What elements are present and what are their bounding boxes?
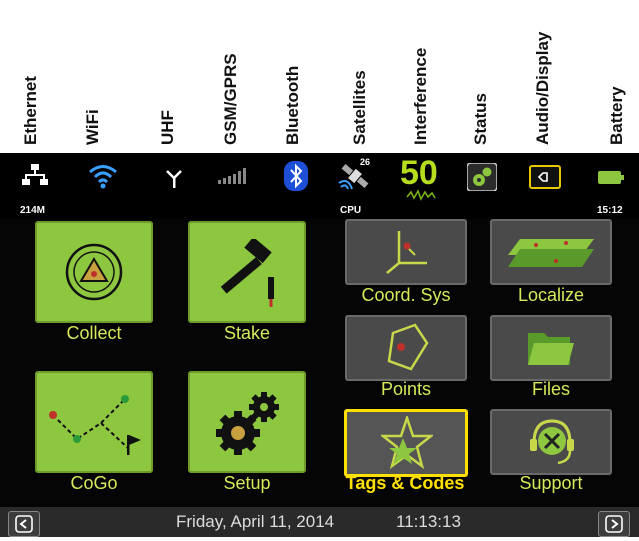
legend-uhf: UHF bbox=[158, 110, 177, 145]
device-screen: 214M 26 CPU 50 15:12 Collect Stake CoGo … bbox=[0, 153, 639, 537]
points-tile[interactable] bbox=[345, 315, 467, 381]
cogo-traverse-icon bbox=[49, 395, 141, 455]
collect-tile[interactable] bbox=[35, 221, 153, 323]
bottom-bar: Friday, April 11, 2014 11:13:13 bbox=[0, 507, 639, 537]
points-label: Points bbox=[380, 379, 432, 399]
next-page-button[interactable] bbox=[598, 511, 630, 537]
setup-tile[interactable] bbox=[188, 371, 306, 473]
support-label: Support bbox=[519, 473, 583, 493]
support-tile[interactable] bbox=[490, 409, 612, 475]
tags-codes-label: Tags & Codes bbox=[345, 473, 465, 493]
folder-icon bbox=[528, 333, 574, 365]
interference-meter-icon[interactable]: 50 bbox=[400, 155, 444, 203]
status-icon-legend: Ethernet WiFi UHF GSM/GPRS Bluetooth Sat… bbox=[0, 0, 639, 153]
cogo-label: CoGo bbox=[70, 473, 118, 493]
bluetooth-icon[interactable] bbox=[284, 161, 308, 196]
setup-label: Setup bbox=[223, 473, 271, 493]
stake-tile[interactable] bbox=[188, 221, 306, 323]
previous-page-button[interactable] bbox=[8, 511, 40, 537]
status-time: 15:12 bbox=[597, 205, 623, 216]
legend-satellites: Satellites bbox=[350, 70, 369, 145]
legend-interference: Interference bbox=[411, 47, 430, 145]
audio-display-icon[interactable] bbox=[529, 165, 561, 194]
chevron-right-icon bbox=[605, 515, 623, 533]
cogo-tile[interactable] bbox=[35, 371, 153, 473]
coord-sys-tile[interactable] bbox=[345, 219, 467, 285]
status-gears-icon[interactable] bbox=[466, 162, 498, 196]
interference-value: 50 bbox=[400, 154, 438, 192]
uhf-antenna-icon[interactable] bbox=[166, 169, 182, 194]
collect-label: Collect bbox=[66, 323, 122, 343]
satellite-count: 26 bbox=[360, 157, 371, 167]
localize-label: Localize bbox=[517, 285, 585, 305]
localize-map-icon bbox=[508, 239, 594, 267]
legend-ethernet: Ethernet bbox=[21, 76, 40, 145]
gsm-signal-icon[interactable] bbox=[218, 167, 248, 190]
legend-gsm-gprs: GSM/GPRS bbox=[221, 53, 240, 145]
legend-wifi: WiFi bbox=[83, 109, 102, 145]
legend-battery: Battery bbox=[607, 86, 626, 145]
files-tile[interactable] bbox=[490, 315, 612, 381]
cpu-label: CPU bbox=[340, 205, 362, 216]
files-label: Files bbox=[531, 379, 570, 399]
coordinate-axes-icon bbox=[386, 231, 427, 274]
support-headset-icon bbox=[530, 419, 574, 465]
star-tag-icon bbox=[381, 416, 433, 470]
localize-tile[interactable] bbox=[490, 219, 612, 285]
coord-sys-label: Coord. Sys bbox=[361, 285, 451, 305]
data-amount: 214M bbox=[20, 205, 46, 216]
points-polygon-icon bbox=[387, 323, 429, 371]
tags-codes-tile[interactable] bbox=[344, 409, 468, 477]
current-clock: 11:13:13 bbox=[396, 512, 461, 531]
wifi-icon[interactable] bbox=[88, 163, 118, 194]
legend-audio-display: Audio/Display bbox=[533, 31, 552, 145]
setup-gears-icon bbox=[216, 392, 279, 455]
hammer-stake-icon bbox=[220, 239, 274, 307]
status-bar: 214M 26 CPU 50 15:12 bbox=[0, 153, 639, 219]
legend-status: Status bbox=[471, 93, 490, 145]
battery-icon[interactable] bbox=[598, 171, 624, 189]
current-date: Friday, April 11, 2014 bbox=[176, 512, 335, 531]
chevron-left-icon bbox=[15, 515, 33, 533]
survey-target-icon bbox=[65, 243, 123, 301]
ethernet-icon[interactable] bbox=[22, 163, 48, 192]
stake-label: Stake bbox=[223, 323, 271, 343]
legend-bluetooth: Bluetooth bbox=[283, 65, 302, 145]
